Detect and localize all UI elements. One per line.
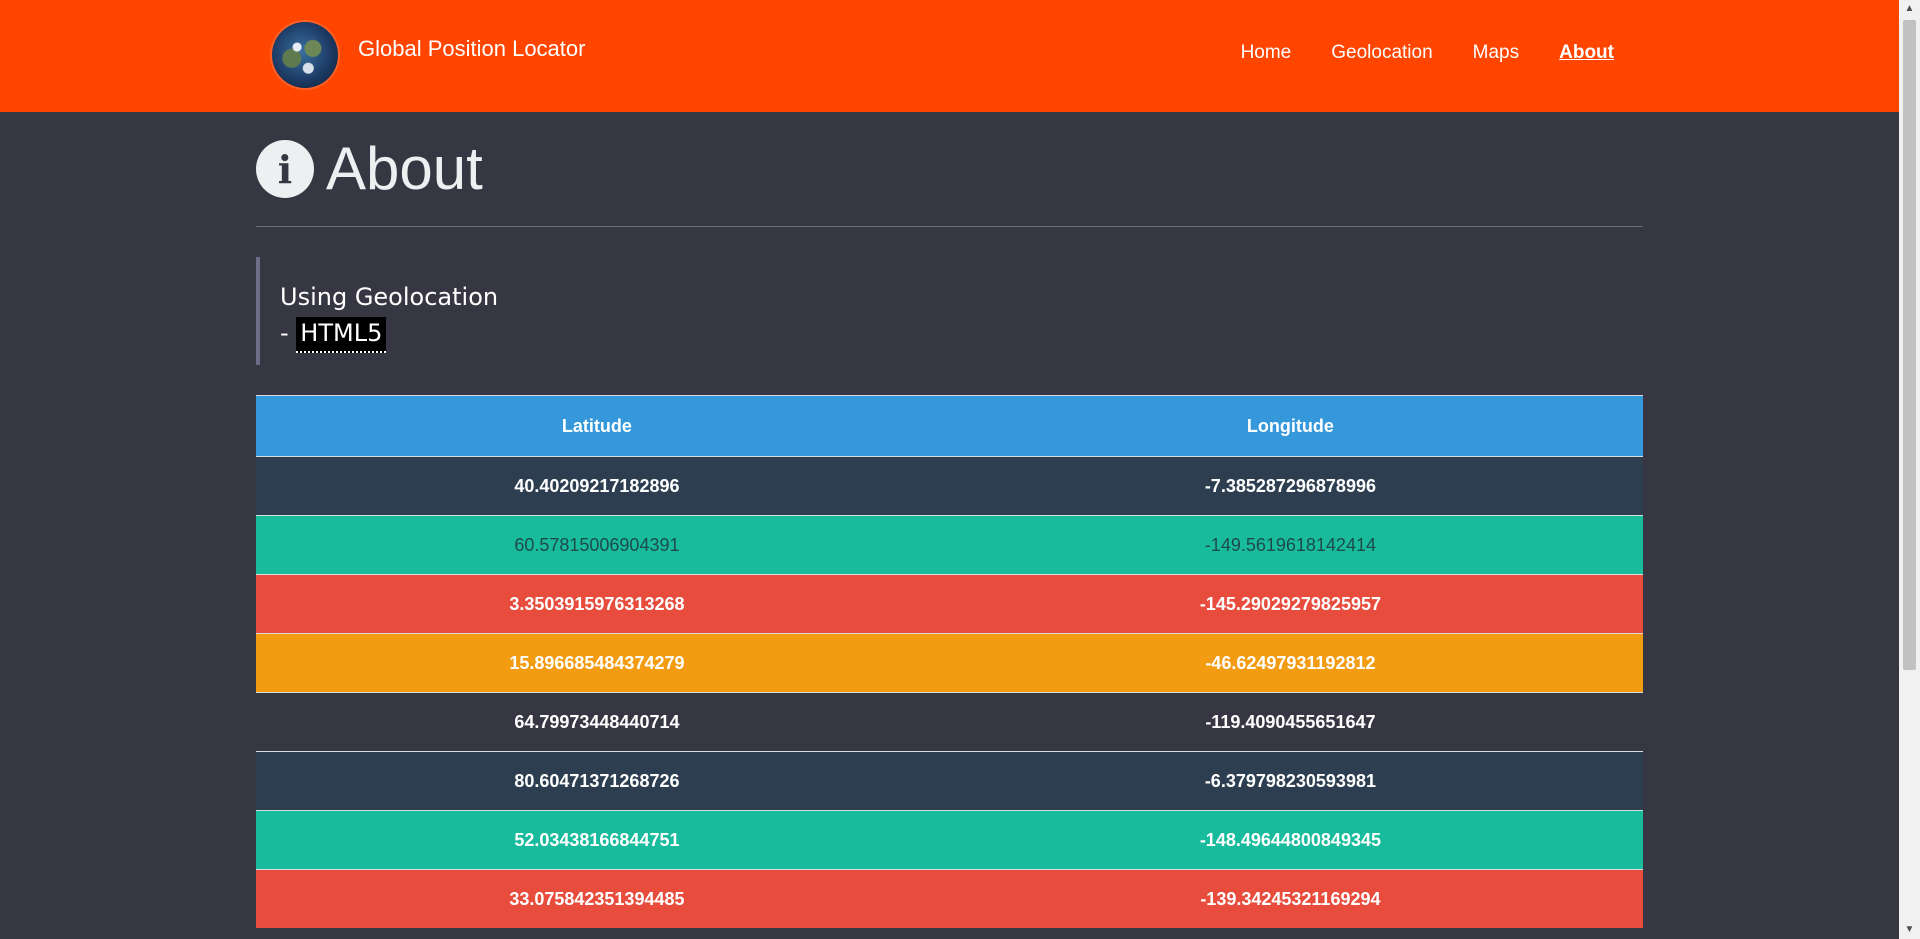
blockquote: Using Geolocation - HTML5 [256,257,1643,365]
vertical-scrollbar[interactable]: ▲ ▼ [1899,0,1920,939]
scroll-down-icon[interactable]: ▼ [1899,921,1920,939]
latitude-cell: 40.40209217182896 [256,456,938,516]
longitude-cell: -148.49644800849345 [937,810,1643,870]
main-content: i About Using Geolocation - HTML5 Latitu… [256,112,1643,928]
longitude-cell: -145.29029279825957 [937,574,1643,634]
quote-prefix: - [280,319,297,347]
main-nav: Home Geolocation Maps About [1241,42,1614,64]
table-row: 52.03438166844751 -148.49644800849345 [256,810,1643,870]
latitude-cell: 33.075842351394485 [256,869,938,928]
navbar: Global Position Locator Home Geolocation… [0,0,1899,112]
table-row: 60.57815006904391 -149.5619618142414 [256,515,1643,575]
nav-geolocation[interactable]: Geolocation [1331,42,1432,64]
nav-about[interactable]: About [1559,42,1614,64]
table-row: 33.075842351394485 -139.34245321169294 [256,869,1643,928]
latitude-cell: 64.79973448440714 [256,692,938,752]
longitude-cell: -46.62497931192812 [937,633,1643,693]
latitude-cell: 3.3503915976313268 [256,574,938,634]
nav-home[interactable]: Home [1241,42,1292,64]
scroll-up-icon[interactable]: ▲ [1899,0,1920,18]
table-row: 64.79973448440714 -119.4090455651647 [256,692,1643,752]
latitude-cell: 52.03438166844751 [256,810,938,870]
page-heading: i About [256,136,1643,202]
scroll-thumb[interactable] [1903,20,1916,670]
longitude-cell: -139.34245321169294 [937,869,1643,928]
longitude-cell: -6.379798230593981 [937,751,1643,811]
latitude-cell: 15.896685484374279 [256,633,938,693]
nav-maps[interactable]: Maps [1473,42,1519,64]
table-header-row: Latitude Longitude [256,395,1643,457]
divider [256,226,1643,227]
latitude-cell: 60.57815006904391 [256,515,938,575]
globe-icon [272,22,338,88]
info-icon: i [256,140,314,198]
table-row: 3.3503915976313268 -145.29029279825957 [256,574,1643,634]
table-row: 15.896685484374279 -46.62497931192812 [256,633,1643,693]
longitude-cell: -119.4090455651647 [937,692,1643,752]
page-title: About [326,135,483,202]
coordinates-table: Latitude Longitude 40.40209217182896 -7.… [256,395,1643,928]
quote-line: Using Geolocation [280,283,499,311]
header-latitude[interactable]: Latitude [256,395,938,457]
header-longitude[interactable]: Longitude [937,395,1643,457]
brand[interactable]: Global Position Locator [272,20,585,90]
longitude-cell: -149.5619618142414 [937,515,1643,575]
page: Global Position Locator Home Geolocation… [0,0,1920,939]
brand-title: Global Position Locator [358,36,586,61]
table-row: 40.40209217182896 -7.385287296878996 [256,456,1643,516]
latitude-cell: 80.60471371268726 [256,751,938,811]
quote-source: - HTML5 [280,315,1643,353]
table-row: 80.60471371268726 -6.379798230593981 [256,751,1643,811]
html5-abbr[interactable]: HTML5 [296,317,387,353]
longitude-cell: -7.385287296878996 [937,456,1643,516]
